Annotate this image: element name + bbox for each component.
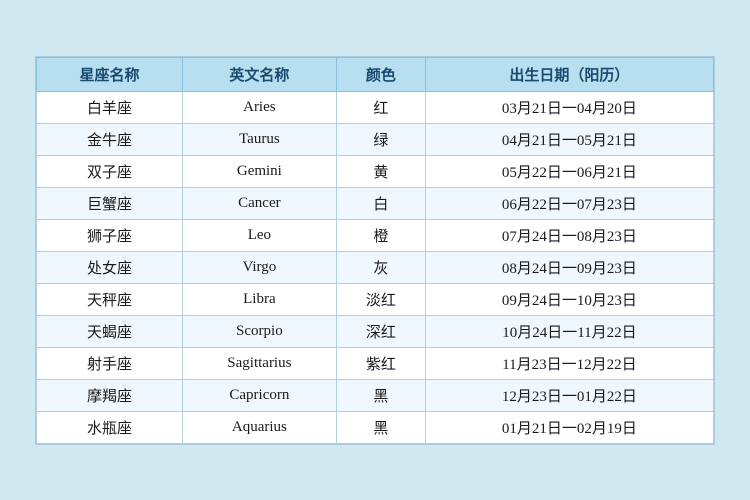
table-row: 水瓶座Aquarius黑01月21日一02月19日 — [37, 411, 714, 443]
header-cell-2: 颜色 — [336, 57, 425, 91]
table-body: 白羊座Aries红03月21日一04月20日金牛座Taurus绿04月21日一0… — [37, 91, 714, 443]
table-cell-9-3: 12月23日一01月22日 — [425, 379, 713, 411]
table-cell-2-2: 黄 — [336, 155, 425, 187]
zodiac-table-wrapper: 星座名称英文名称颜色出生日期（阳历） 白羊座Aries红03月21日一04月20… — [35, 56, 715, 445]
table-cell-4-2: 橙 — [336, 219, 425, 251]
table-cell-6-0: 天秤座 — [37, 283, 183, 315]
table-cell-3-0: 巨蟹座 — [37, 187, 183, 219]
table-cell-5-2: 灰 — [336, 251, 425, 283]
table-cell-4-1: Leo — [182, 219, 336, 251]
table-cell-6-2: 淡红 — [336, 283, 425, 315]
table-cell-7-1: Scorpio — [182, 315, 336, 347]
table-cell-7-2: 深红 — [336, 315, 425, 347]
table-cell-9-2: 黑 — [336, 379, 425, 411]
table-cell-9-1: Capricorn — [182, 379, 336, 411]
table-cell-1-3: 04月21日一05月21日 — [425, 123, 713, 155]
table-row: 双子座Gemini黄05月22日一06月21日 — [37, 155, 714, 187]
table-cell-10-1: Aquarius — [182, 411, 336, 443]
table-cell-2-1: Gemini — [182, 155, 336, 187]
table-row: 射手座Sagittarius紫红11月23日一12月22日 — [37, 347, 714, 379]
header-cell-0: 星座名称 — [37, 57, 183, 91]
table-row: 金牛座Taurus绿04月21日一05月21日 — [37, 123, 714, 155]
header-cell-3: 出生日期（阳历） — [425, 57, 713, 91]
table-cell-3-1: Cancer — [182, 187, 336, 219]
table-cell-2-3: 05月22日一06月21日 — [425, 155, 713, 187]
table-cell-3-3: 06月22日一07月23日 — [425, 187, 713, 219]
table-row: 天蝎座Scorpio深红10月24日一11月22日 — [37, 315, 714, 347]
table-cell-6-1: Libra — [182, 283, 336, 315]
table-cell-7-0: 天蝎座 — [37, 315, 183, 347]
table-cell-8-2: 紫红 — [336, 347, 425, 379]
table-cell-3-2: 白 — [336, 187, 425, 219]
header-row: 星座名称英文名称颜色出生日期（阳历） — [37, 57, 714, 91]
table-cell-10-2: 黑 — [336, 411, 425, 443]
table-cell-0-1: Aries — [182, 91, 336, 123]
table-cell-10-0: 水瓶座 — [37, 411, 183, 443]
table-row: 白羊座Aries红03月21日一04月20日 — [37, 91, 714, 123]
table-cell-5-3: 08月24日一09月23日 — [425, 251, 713, 283]
table-cell-0-2: 红 — [336, 91, 425, 123]
table-row: 处女座Virgo灰08月24日一09月23日 — [37, 251, 714, 283]
table-cell-4-0: 狮子座 — [37, 219, 183, 251]
table-header: 星座名称英文名称颜色出生日期（阳历） — [37, 57, 714, 91]
table-cell-5-1: Virgo — [182, 251, 336, 283]
table-cell-8-0: 射手座 — [37, 347, 183, 379]
table-cell-7-3: 10月24日一11月22日 — [425, 315, 713, 347]
table-cell-8-1: Sagittarius — [182, 347, 336, 379]
table-cell-8-3: 11月23日一12月22日 — [425, 347, 713, 379]
table-cell-9-0: 摩羯座 — [37, 379, 183, 411]
table-cell-5-0: 处女座 — [37, 251, 183, 283]
table-cell-0-3: 03月21日一04月20日 — [425, 91, 713, 123]
table-cell-1-1: Taurus — [182, 123, 336, 155]
table-row: 天秤座Libra淡红09月24日一10月23日 — [37, 283, 714, 315]
table-cell-4-3: 07月24日一08月23日 — [425, 219, 713, 251]
zodiac-table: 星座名称英文名称颜色出生日期（阳历） 白羊座Aries红03月21日一04月20… — [36, 57, 714, 444]
table-cell-6-3: 09月24日一10月23日 — [425, 283, 713, 315]
table-cell-1-2: 绿 — [336, 123, 425, 155]
table-cell-2-0: 双子座 — [37, 155, 183, 187]
table-row: 狮子座Leo橙07月24日一08月23日 — [37, 219, 714, 251]
table-row: 巨蟹座Cancer白06月22日一07月23日 — [37, 187, 714, 219]
table-cell-0-0: 白羊座 — [37, 91, 183, 123]
table-row: 摩羯座Capricorn黑12月23日一01月22日 — [37, 379, 714, 411]
header-cell-1: 英文名称 — [182, 57, 336, 91]
table-cell-10-3: 01月21日一02月19日 — [425, 411, 713, 443]
table-cell-1-0: 金牛座 — [37, 123, 183, 155]
